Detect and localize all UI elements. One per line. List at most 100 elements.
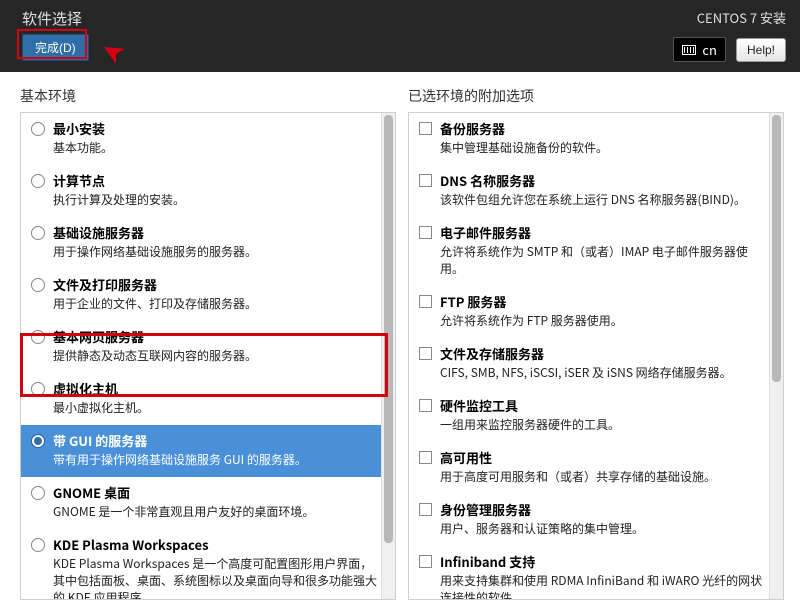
addon-item[interactable]: DNS 名称服务器该软件包组允许您在系统上运行 DNS 名称服务器(BIND)。 xyxy=(409,165,779,217)
item-title: 文件及打印服务器 xyxy=(53,276,381,294)
checkbox-icon xyxy=(419,503,432,516)
base-env-list-inner[interactable]: 最小安装基本功能。计算节点执行计算及处理的安装。基础设施服务器用于操作网络基础设… xyxy=(21,113,395,599)
addon-item[interactable]: Infiniband 支持用来支持集群和使用 RDMA InfiniBand 和… xyxy=(409,546,779,599)
base-env-list: 最小安装基本功能。计算节点执行计算及处理的安装。基础设施服务器用于操作网络基础设… xyxy=(20,112,396,600)
item-desc: 一组用来监控服务器硬件的工具。 xyxy=(440,417,769,434)
scrollbar[interactable] xyxy=(769,113,783,599)
item-text: 计算节点执行计算及处理的安装。 xyxy=(53,172,381,209)
base-env-title: 基本环境 xyxy=(20,86,396,106)
item-title: 硬件监控工具 xyxy=(440,397,769,415)
item-text: 基础设施服务器用于操作网络基础设施服务的服务器。 xyxy=(53,224,381,261)
item-text: DNS 名称服务器该软件包组允许您在系统上运行 DNS 名称服务器(BIND)。 xyxy=(440,172,769,209)
addon-item[interactable]: 备份服务器集中管理基础设施备份的软件。 xyxy=(409,113,779,165)
item-title: GNOME 桌面 xyxy=(53,484,381,502)
item-title: 虚拟化主机 xyxy=(53,380,381,398)
base-env-item[interactable]: 计算节点执行计算及处理的安装。 xyxy=(21,165,391,217)
scrollbar-thumb[interactable] xyxy=(384,115,393,543)
addons-panel: 已选环境的附加选项 备份服务器集中管理基础设施备份的软件。 DNS 名称服务器该软… xyxy=(408,86,784,600)
addon-item[interactable]: 电子邮件服务器允许将系统作为 SMTP 和（或者）IMAP 电子邮件服务器使用。 xyxy=(409,217,779,286)
item-title: 最小安装 xyxy=(53,120,381,138)
item-title: Infiniband 支持 xyxy=(440,553,769,571)
item-desc: 用于企业的文件、打印及存储服务器。 xyxy=(53,296,381,313)
item-title: 电子邮件服务器 xyxy=(440,224,769,242)
item-text: 备份服务器集中管理基础设施备份的软件。 xyxy=(440,120,769,157)
checkbox-icon xyxy=(419,399,432,412)
content: 基本环境 最小安装基本功能。计算节点执行计算及处理的安装。基础设施服务器用于操作… xyxy=(0,72,800,600)
addons-list: 备份服务器集中管理基础设施备份的软件。 DNS 名称服务器该软件包组允许您在系统上… xyxy=(408,112,784,600)
checkbox-icon xyxy=(419,555,432,568)
addon-item[interactable]: 身份管理服务器用户、服务器和认证策略的集中管理。 xyxy=(409,494,779,546)
item-text: Infiniband 支持用来支持集群和使用 RDMA InfiniBand 和… xyxy=(440,553,769,599)
base-env-item[interactable]: 虚拟化主机最小虚拟化主机。 xyxy=(21,373,391,425)
keyboard-layout-button[interactable]: cn xyxy=(673,37,726,62)
item-title: 文件及存储服务器 xyxy=(440,345,769,363)
item-title: FTP 服务器 xyxy=(440,293,769,311)
item-desc: 允许将系统作为 SMTP 和（或者）IMAP 电子邮件服务器使用。 xyxy=(440,244,769,278)
page-title: 软件选择 xyxy=(22,8,82,29)
item-text: KDE Plasma Workspaces KDE Plasma Workspac… xyxy=(53,536,381,599)
install-title: CENTOS 7 安装 xyxy=(673,8,786,27)
addon-item[interactable]: FTP 服务器允许将系统作为 FTP 服务器使用。 xyxy=(409,286,779,338)
item-title: 计算节点 xyxy=(53,172,381,190)
base-env-item[interactable]: KDE Plasma Workspaces KDE Plasma Workspac… xyxy=(21,529,391,599)
item-desc: 该软件包组允许您在系统上运行 DNS 名称服务器(BIND)。 xyxy=(440,192,769,209)
item-text: 身份管理服务器用户、服务器和认证策略的集中管理。 xyxy=(440,501,769,538)
item-desc: 提供静态及动态互联网内容的服务器。 xyxy=(53,348,381,365)
item-title: 带 GUI 的服务器 xyxy=(53,432,381,450)
item-text: GNOME 桌面 GNOME 是一个非常直观且用户友好的桌面环境。 xyxy=(53,484,381,521)
item-text: 文件及存储服务器 CIFS, SMB, NFS, iSCSI, iSER 及 iS… xyxy=(440,345,769,382)
item-title: 备份服务器 xyxy=(440,120,769,138)
radio-icon xyxy=(31,434,45,448)
item-text: 最小安装基本功能。 xyxy=(53,120,381,157)
item-desc: 基本功能。 xyxy=(53,140,381,157)
item-title: 身份管理服务器 xyxy=(440,501,769,519)
item-desc: GNOME 是一个非常直观且用户友好的桌面环境。 xyxy=(53,504,381,521)
keyboard-icon xyxy=(682,45,696,55)
checkbox-icon xyxy=(419,451,432,464)
help-button[interactable]: Help! xyxy=(736,38,786,62)
item-desc: 允许将系统作为 FTP 服务器使用。 xyxy=(440,313,769,330)
done-button[interactable]: 完成(D) xyxy=(22,34,89,61)
base-env-item[interactable]: 文件及打印服务器用于企业的文件、打印及存储服务器。 xyxy=(21,269,391,321)
annotation-arrow: ➤ xyxy=(92,31,132,77)
item-title: 基本网页服务器 xyxy=(53,328,381,346)
base-env-item[interactable]: 基础设施服务器用于操作网络基础设施服务的服务器。 xyxy=(21,217,391,269)
item-text: 虚拟化主机最小虚拟化主机。 xyxy=(53,380,381,417)
base-env-item[interactable]: GNOME 桌面 GNOME 是一个非常直观且用户友好的桌面环境。 xyxy=(21,477,391,529)
addon-item[interactable]: 硬件监控工具一组用来监控服务器硬件的工具。 xyxy=(409,390,779,442)
item-desc: KDE Plasma Workspaces 是一个高度可配置图形用户界面，其中包… xyxy=(53,556,381,599)
addon-item[interactable]: 高可用性用于高度可用服务和（或者）共享存储的基础设施。 xyxy=(409,442,779,494)
checkbox-icon xyxy=(419,347,432,360)
radio-icon xyxy=(31,330,45,344)
scrollbar-thumb[interactable] xyxy=(772,115,781,382)
radio-icon xyxy=(31,382,45,396)
item-text: 文件及打印服务器用于企业的文件、打印及存储服务器。 xyxy=(53,276,381,313)
radio-icon xyxy=(31,226,45,240)
base-env-item[interactable]: 基本网页服务器提供静态及动态互联网内容的服务器。 xyxy=(21,321,391,373)
header-right: CENTOS 7 安装 cn Help! xyxy=(673,8,786,62)
base-env-item[interactable]: 带 GUI 的服务器带有用于操作网络基础设施服务 GUI 的服务器。 xyxy=(21,425,391,477)
checkbox-icon xyxy=(419,122,432,135)
item-desc: 执行计算及处理的安装。 xyxy=(53,192,381,209)
item-desc: 集中管理基础设施备份的软件。 xyxy=(440,140,769,157)
checkbox-icon xyxy=(419,226,432,239)
radio-icon xyxy=(31,538,45,552)
addons-title: 已选环境的附加选项 xyxy=(408,86,784,106)
addons-list-inner[interactable]: 备份服务器集中管理基础设施备份的软件。 DNS 名称服务器该软件包组允许您在系统上… xyxy=(409,113,783,599)
item-title: DNS 名称服务器 xyxy=(440,172,769,190)
keyboard-layout-label: cn xyxy=(702,40,717,59)
item-desc: 用来支持集群和使用 RDMA InfiniBand 和 iWARO 光纤的网状连… xyxy=(440,573,769,599)
radio-icon xyxy=(31,278,45,292)
radio-icon xyxy=(31,486,45,500)
scrollbar[interactable] xyxy=(381,113,395,599)
item-desc: 最小虚拟化主机。 xyxy=(53,400,381,417)
radio-icon xyxy=(31,174,45,188)
checkbox-icon xyxy=(419,174,432,187)
checkbox-icon xyxy=(419,295,432,308)
base-env-item[interactable]: 最小安装基本功能。 xyxy=(21,113,391,165)
item-desc: 带有用于操作网络基础设施服务 GUI 的服务器。 xyxy=(53,452,381,469)
item-title: KDE Plasma Workspaces xyxy=(53,536,381,554)
addon-item[interactable]: 文件及存储服务器 CIFS, SMB, NFS, iSCSI, iSER 及 iS… xyxy=(409,338,779,390)
item-desc: CIFS, SMB, NFS, iSCSI, iSER 及 iSNS 网络存储服… xyxy=(440,365,769,382)
item-title: 基础设施服务器 xyxy=(53,224,381,242)
